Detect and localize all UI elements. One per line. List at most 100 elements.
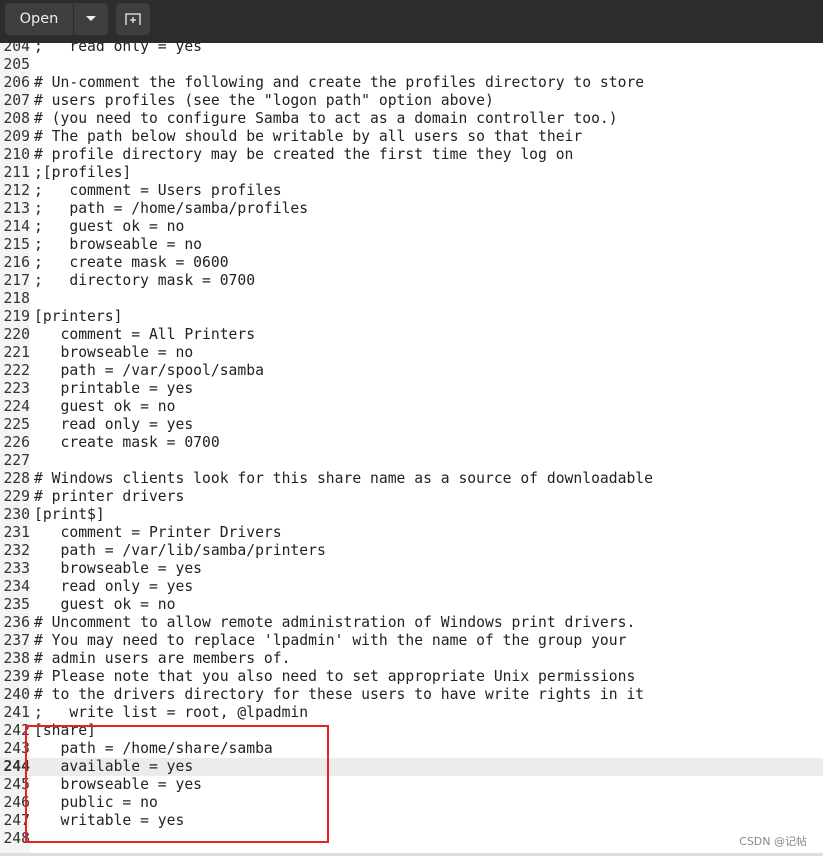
line-number: 244: [3, 758, 30, 775]
code-line[interactable]: 219 [printers]: [0, 308, 823, 326]
code-line[interactable]: 237 # You may need to replace 'lpadmin' w…: [0, 632, 823, 650]
code-line[interactable]: 207 # users profiles (see the "logon path…: [0, 92, 823, 110]
line-text: # The path below should be writable by a…: [34, 128, 583, 145]
line-text: # printer drivers: [34, 488, 185, 505]
line-number: 238: [3, 650, 30, 667]
open-dropdown-button[interactable]: [74, 3, 108, 35]
line-text: [printers]: [34, 308, 123, 325]
code-line[interactable]: 216; create mask = 0600: [0, 254, 823, 272]
line-number: 220: [3, 326, 30, 343]
line-number: 218: [3, 290, 30, 307]
line-number: 240: [3, 686, 30, 703]
code-line[interactable]: 238 # admin users are members of.: [0, 650, 823, 668]
code-line[interactable]: 217; directory mask = 0700: [0, 272, 823, 290]
code-line[interactable]: 233 browseable = yes: [0, 560, 823, 578]
line-number: 214: [3, 218, 30, 235]
line-text: available = yes: [34, 758, 194, 775]
code-line[interactable]: 224 guest ok = no: [0, 398, 823, 416]
line-text: writable = yes: [34, 812, 185, 829]
line-text: create mask = 0700: [34, 434, 220, 451]
line-number: 223: [3, 380, 30, 397]
line-number: 227: [3, 452, 30, 469]
editor-lines[interactable]: 203; guest ok = yes204; read only = yes2…: [0, 43, 823, 848]
code-line[interactable]: 232 path = /var/lib/samba/printers: [0, 542, 823, 560]
code-line[interactable]: 242 [share]: [0, 722, 823, 740]
code-line[interactable]: 230 [print$]: [0, 506, 823, 524]
line-text: ;[profiles]: [34, 164, 132, 181]
code-line[interactable]: 204 ; read only = yes: [0, 43, 823, 56]
code-line[interactable]: 247 writable = yes: [0, 812, 823, 830]
line-number: 246: [3, 794, 30, 811]
line-text: guest ok = no: [34, 596, 176, 613]
code-line[interactable]: 225 read only = yes: [0, 416, 823, 434]
code-line[interactable]: 235 guest ok = no: [0, 596, 823, 614]
line-number: 215: [3, 236, 30, 253]
code-line[interactable]: 228 # Windows clients look for this share…: [0, 470, 823, 488]
line-text: comment = Printer Drivers: [34, 524, 282, 541]
line-number: 212: [3, 182, 30, 199]
code-line[interactable]: 227: [0, 452, 823, 470]
code-line[interactable]: 208 # (you need to configure Samba to act…: [0, 110, 823, 128]
line-number: 247: [3, 812, 30, 829]
line-text: public = no: [34, 794, 158, 811]
line-text: # You may need to replace 'lpadmin' with…: [34, 632, 627, 649]
code-line[interactable]: 246 public = no: [0, 794, 823, 812]
code-line[interactable]: 244 available = yes: [0, 758, 823, 776]
text-editor[interactable]: 203; guest ok = yes204; read only = yes2…: [0, 43, 823, 854]
code-line[interactable]: 234 read only = yes: [0, 578, 823, 596]
line-text: # Uncomment to allow remote administrati…: [34, 614, 636, 631]
code-line[interactable]: 239 # Please note that you also need to s…: [0, 668, 823, 686]
line-number: 205: [3, 56, 30, 73]
code-line[interactable]: 215; browseable = no: [0, 236, 823, 254]
code-line[interactable]: 218: [0, 290, 823, 308]
line-number: 234: [3, 578, 30, 595]
code-line[interactable]: 223 printable = yes: [0, 380, 823, 398]
line-number: 235: [3, 596, 30, 613]
open-button[interactable]: Open: [5, 3, 73, 35]
line-number: 233: [3, 560, 30, 577]
code-line[interactable]: 214; guest ok = no: [0, 218, 823, 236]
code-line[interactable]: 222 path = /var/spool/samba: [0, 362, 823, 380]
code-line[interactable]: 245 browseable = yes: [0, 776, 823, 794]
code-line[interactable]: 231 comment = Printer Drivers: [0, 524, 823, 542]
line-number: 241: [3, 704, 30, 721]
line-text: path = /var/spool/samba: [34, 362, 264, 379]
code-line[interactable]: 229 # printer drivers: [0, 488, 823, 506]
line-text: path = /home/share/samba: [34, 740, 273, 757]
code-line[interactable]: 210 # profile directory may be created th…: [0, 146, 823, 164]
line-number: 206: [3, 74, 30, 91]
line-number: 204: [3, 43, 30, 55]
line-text: # profile directory may be created the f…: [34, 146, 574, 163]
line-number: 239: [3, 668, 30, 685]
line-number: 213: [3, 200, 30, 217]
line-text: [share]: [34, 722, 96, 739]
line-text: printable = yes: [34, 380, 194, 397]
line-text: browseable = yes: [34, 560, 203, 577]
code-line[interactable]: 241; write list = root, @lpadmin: [0, 704, 823, 722]
code-line[interactable]: 205: [0, 56, 823, 74]
line-text: # Please note that you also need to set …: [34, 668, 636, 685]
code-line[interactable]: 211 ;[profiles]: [0, 164, 823, 182]
code-line[interactable]: 243 path = /home/share/samba: [0, 740, 823, 758]
code-line[interactable]: 213; path = /home/samba/profiles: [0, 200, 823, 218]
line-text: # Windows clients look for this share na…: [34, 470, 653, 487]
code-line[interactable]: 206 # Un-comment the following and create…: [0, 74, 823, 92]
line-text: # Un-comment the following and create th…: [34, 74, 645, 91]
line-text: browseable = yes: [34, 776, 203, 793]
code-line[interactable]: 221 browseable = no: [0, 344, 823, 362]
new-tab-button[interactable]: [116, 3, 150, 35]
code-line[interactable]: 226 create mask = 0700: [0, 434, 823, 452]
line-number: 229: [3, 488, 30, 505]
line-number: 209: [3, 128, 30, 145]
line-text: ; write list = root, @lpadmin: [34, 704, 309, 721]
code-line[interactable]: 248: [0, 830, 823, 848]
code-line[interactable]: 209 # The path below should be writable b…: [0, 128, 823, 146]
line-text: comment = All Printers: [34, 326, 256, 343]
code-line[interactable]: 240 # to the drivers directory for these …: [0, 686, 823, 704]
line-number: 211: [3, 164, 30, 181]
line-text: ; comment = Users profiles: [34, 182, 282, 199]
line-number: 236: [3, 614, 30, 631]
code-line[interactable]: 220 comment = All Printers: [0, 326, 823, 344]
code-line[interactable]: 212; comment = Users profiles: [0, 182, 823, 200]
code-line[interactable]: 236 # Uncomment to allow remote administr…: [0, 614, 823, 632]
